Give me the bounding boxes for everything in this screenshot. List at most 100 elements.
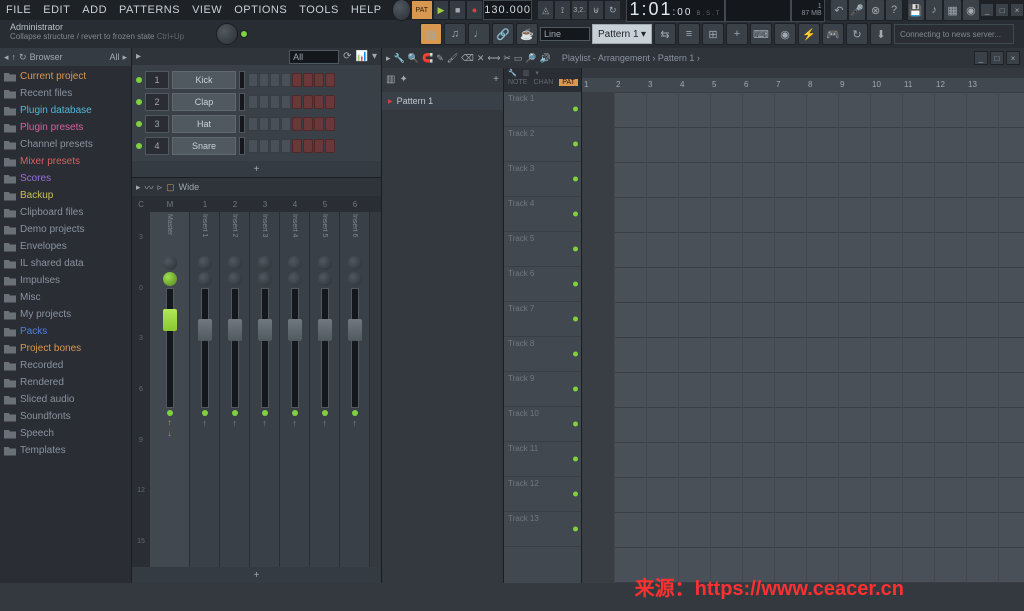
track-header[interactable]: Track 4 <box>504 197 581 232</box>
play-button[interactable]: ▶ <box>433 0 450 20</box>
channel-add-button[interactable]: + <box>132 161 381 177</box>
pl-tool-search-icon[interactable]: 🔍 <box>408 53 419 64</box>
step-button[interactable] <box>292 95 302 109</box>
playlist-ruler[interactable]: 12345678910111213 <box>582 78 1024 92</box>
step-button[interactable] <box>325 95 335 109</box>
time-display[interactable]: 1:01:00 B.S.T <box>626 0 725 22</box>
browser-item[interactable]: Sliced audio <box>0 391 131 408</box>
fader-handle[interactable] <box>198 319 212 341</box>
tool-download-icon[interactable]: ⬇ <box>870 23 892 45</box>
step-button[interactable] <box>303 95 313 109</box>
cr-filter[interactable]: All <box>289 50 339 64</box>
fader-track[interactable] <box>166 288 174 408</box>
channel-number[interactable]: 4 <box>145 137 169 155</box>
loop-icon[interactable]: ↻ <box>604 0 621 20</box>
main-volume-knob[interactable] <box>392 0 410 21</box>
step-button[interactable] <box>281 73 291 87</box>
mute-led[interactable] <box>292 410 298 416</box>
step-button[interactable] <box>248 95 258 109</box>
maximize-icon[interactable]: □ <box>995 3 1009 17</box>
render-icon[interactable]: ♪ <box>925 0 943 21</box>
mute-led[interactable] <box>352 410 358 416</box>
browser-item[interactable]: Plugin presets <box>0 119 131 136</box>
pl-menu-icon[interactable]: ▸ <box>386 53 391 64</box>
route-arrow[interactable]: ↑ <box>232 418 237 428</box>
browser-item[interactable]: Misc <box>0 289 131 306</box>
pl-tab-pat[interactable]: PAT <box>559 79 578 86</box>
pitch-knob[interactable] <box>216 23 238 45</box>
pan-knob[interactable] <box>288 256 302 270</box>
onekey-icon[interactable]: ◉ <box>962 0 980 21</box>
pl-add-icon[interactable]: + <box>493 74 499 85</box>
pl-tab-note[interactable]: NOTE <box>508 79 527 86</box>
mute-led[interactable] <box>232 410 238 416</box>
step-button[interactable] <box>314 95 324 109</box>
mixer-insert[interactable]: Insert 4↑ <box>280 212 310 567</box>
track-mute-led[interactable] <box>573 457 578 462</box>
step-button[interactable] <box>248 73 258 87</box>
mixer-link-icon[interactable]: ▹ <box>158 182 163 193</box>
pl-close-icon[interactable]: × <box>1006 51 1020 65</box>
export-icon[interactable]: ▦ <box>943 0 961 21</box>
stereo-knob[interactable] <box>258 272 272 286</box>
track-mute-led[interactable] <box>573 282 578 287</box>
browser-item[interactable]: Speech <box>0 425 131 442</box>
stereo-knob[interactable] <box>228 272 242 286</box>
stereo-knob[interactable] <box>318 272 332 286</box>
mixer-insert[interactable]: Insert 2↑ <box>220 212 250 567</box>
tool-link-icon[interactable]: ⚡ <box>798 23 820 45</box>
mute-led[interactable] <box>262 410 268 416</box>
mixer-insert[interactable]: Insert 3↑ <box>250 212 280 567</box>
channel-number[interactable]: 2 <box>145 93 169 111</box>
menu-help[interactable]: HELP <box>345 4 388 16</box>
track-header[interactable]: Track 3 <box>504 162 581 197</box>
mixer-square-icon[interactable]: ▢ <box>166 182 175 193</box>
step-button[interactable] <box>303 73 313 87</box>
menu-add[interactable]: ADD <box>76 4 113 16</box>
undo-history-icon[interactable]: ↶ <box>830 0 848 21</box>
pattern-selector[interactable]: Pattern 1▾ <box>592 24 652 44</box>
pl-tool-dropdown-icon[interactable]: ▾ <box>535 69 539 77</box>
tool-controller-icon[interactable]: 🎮 <box>822 23 844 45</box>
mixer-insert[interactable]: Insert 1↑ <box>190 212 220 567</box>
route-arrow[interactable]: ↑ <box>322 418 327 428</box>
track-mute-led[interactable] <box>573 422 578 427</box>
snap-selector[interactable]: Line <box>540 27 590 41</box>
channel-name[interactable]: Snare <box>172 137 236 155</box>
fader-handle[interactable] <box>258 319 272 341</box>
audio-editor-icon[interactable]: 🎤 <box>848 0 866 21</box>
browser-item[interactable]: Packs <box>0 323 131 340</box>
step-button[interactable] <box>270 139 280 153</box>
fader-handle[interactable] <box>318 319 332 341</box>
view-pianoroll-icon[interactable]: ♫ <box>444 23 466 45</box>
fader-track[interactable] <box>261 288 269 408</box>
pl-tool-slip-icon[interactable]: ⟷ <box>487 53 500 64</box>
route-arrow[interactable]: ↑ <box>352 418 357 428</box>
track-header[interactable]: Track 6 <box>504 267 581 302</box>
record-button[interactable]: ● <box>466 0 483 20</box>
track-header[interactable]: Track 1 <box>504 92 581 127</box>
pl-tool-wrench-icon[interactable]: 🔧 <box>508 69 517 77</box>
channel-row[interactable]: 4Snare <box>136 135 377 157</box>
channel-number[interactable]: 3 <box>145 115 169 133</box>
track-mute-led[interactable] <box>573 107 578 112</box>
fader-track[interactable] <box>201 288 209 408</box>
channel-pitch-led[interactable] <box>240 30 248 38</box>
view-channelrack-icon[interactable]: ♩ <box>468 23 490 45</box>
pl-tool-draw-icon[interactable]: 🔧 <box>394 53 405 64</box>
tempo-display[interactable]: 130.000 <box>483 0 533 20</box>
step-button[interactable] <box>281 139 291 153</box>
track-header[interactable]: Track 12 <box>504 477 581 512</box>
pl-max-icon[interactable]: □ <box>990 51 1004 65</box>
browser-item[interactable]: Backup <box>0 187 131 204</box>
step-button[interactable] <box>270 95 280 109</box>
stereo-knob[interactable] <box>288 272 302 286</box>
close-all-icon[interactable]: ⊗ <box>866 0 884 21</box>
mute-led[interactable] <box>322 410 328 416</box>
channel-led[interactable] <box>136 121 142 127</box>
track-mute-led[interactable] <box>573 177 578 182</box>
menu-patterns[interactable]: PATTERNS <box>113 4 186 16</box>
countdown-icon[interactable]: 3,2. <box>571 0 588 20</box>
track-header[interactable]: Track 10 <box>504 407 581 442</box>
channel-name[interactable]: Kick <box>172 71 236 89</box>
